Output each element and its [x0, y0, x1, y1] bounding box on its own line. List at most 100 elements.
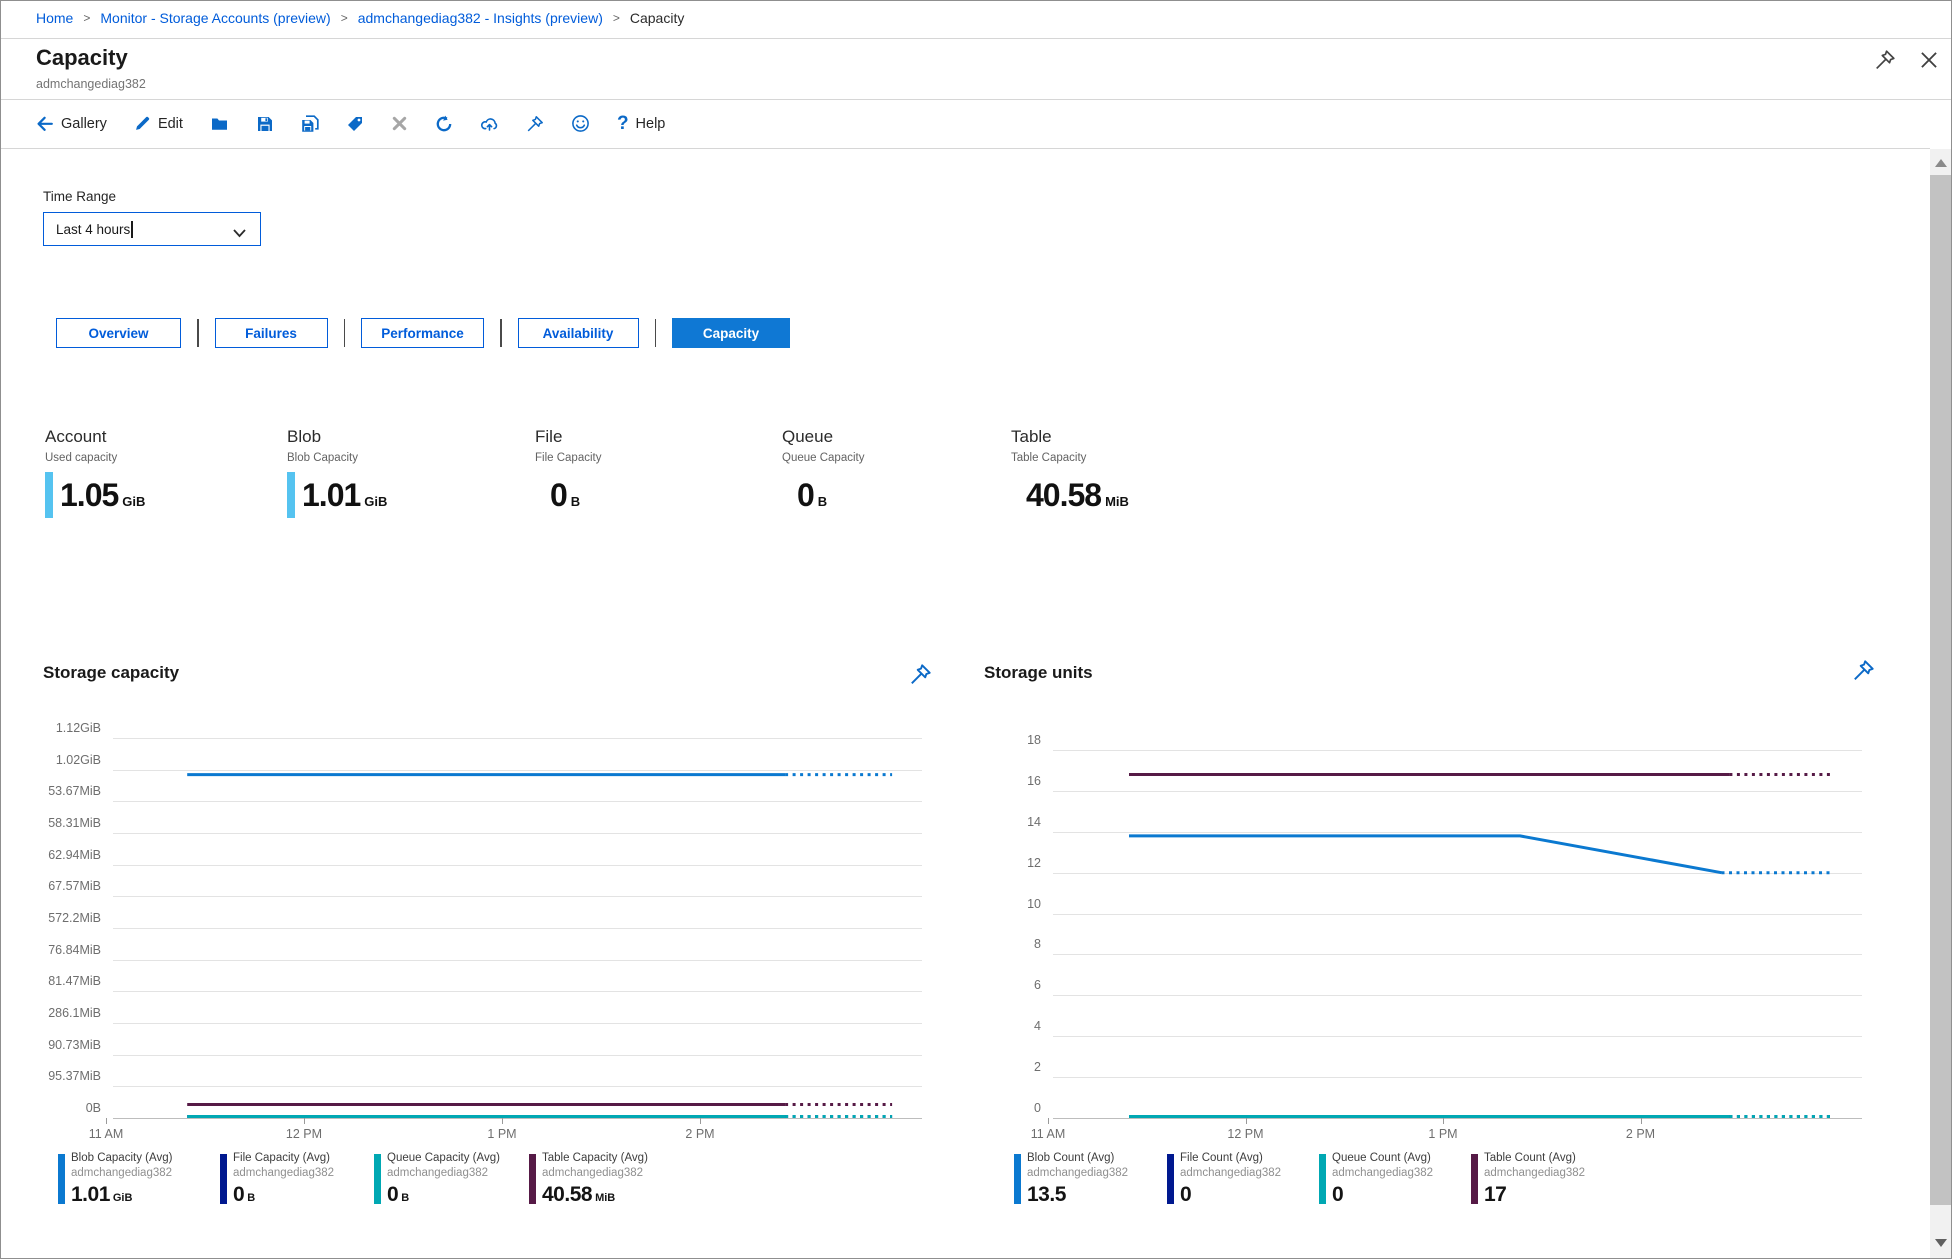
help-button[interactable]: ? Help	[617, 109, 679, 139]
pin-button[interactable]	[526, 109, 558, 139]
legend-value-row: 0B	[387, 1183, 409, 1207]
tab-capacity[interactable]: Capacity	[672, 318, 790, 348]
legend-value-row: 0B	[233, 1183, 255, 1207]
legend-item[interactable]: File Count (Avg) admchangediag382 0	[1167, 1152, 1319, 1216]
y-axis-label: 0	[1034, 1101, 1041, 1115]
save-icon	[256, 115, 274, 133]
legend-item[interactable]: Queue Count (Avg) admchangediag382 0	[1319, 1152, 1471, 1216]
tag-icon	[346, 115, 364, 133]
question-mark-icon: ?	[616, 112, 629, 134]
gridline	[113, 991, 922, 993]
legend-item[interactable]: Table Count (Avg) admchangediag382 17	[1471, 1152, 1623, 1216]
legend-series-name: Queue Count (Avg)	[1332, 1152, 1431, 1164]
y-axis-label: 76.84MiB	[48, 942, 101, 957]
divider	[1, 148, 1930, 149]
tab-separator	[654, 319, 656, 347]
card-metric-name: Used capacity	[45, 452, 118, 464]
chart-pin-icon[interactable]	[907, 663, 933, 689]
legend-value: 0	[387, 1183, 399, 1206]
scrollbar-down-arrow-icon[interactable]	[1935, 1239, 1947, 1247]
breadcrumb-separator: >	[83, 11, 91, 25]
legend-item[interactable]: Queue Capacity (Avg) admchangediag382 0 B	[374, 1152, 526, 1216]
gridline	[113, 1086, 922, 1088]
legend-resource-name: admchangediag382	[542, 1167, 644, 1179]
scrollbar-up-arrow-icon[interactable]	[1935, 159, 1947, 167]
legend-color-bar	[374, 1154, 381, 1204]
metric-unit: B	[570, 493, 581, 509]
breadcrumb-home[interactable]: Home	[36, 10, 73, 26]
metric-value: 1.05	[60, 476, 119, 513]
discard-button[interactable]	[391, 109, 422, 139]
y-axis-label: 2	[1034, 1060, 1041, 1075]
metric-value: 40.58	[1026, 476, 1102, 513]
divider	[1, 38, 1951, 39]
card-metric-name: File Capacity	[535, 452, 602, 464]
metric-unit: B	[817, 493, 828, 509]
x-axis-label: 1 PM	[487, 1127, 517, 1141]
card-account: Account Used capacity 1.05 GiB	[45, 427, 270, 518]
breadcrumb-monitor-storage-accounts[interactable]: Monitor - Storage Accounts (preview)	[100, 10, 330, 26]
capacity-blade: Home > Monitor - Storage Accounts (previ…	[0, 0, 1952, 1259]
tag-button[interactable]	[346, 109, 378, 139]
y-axis-label: 12	[1027, 855, 1041, 870]
card-blob: Blob Blob Capacity 1.01 GiB	[287, 427, 512, 518]
gridline	[113, 1054, 922, 1056]
save-copy-icon	[301, 114, 319, 133]
scrollbar-thumb[interactable]	[1930, 175, 1951, 1205]
legend-resource-name: admchangediag382	[387, 1167, 489, 1179]
card-metric-name: Queue Capacity	[782, 452, 865, 464]
legend-item[interactable]: Blob Capacity (Avg) admchangediag382 1.01 G…	[58, 1152, 210, 1216]
save-button[interactable]	[256, 109, 288, 139]
gridline	[113, 801, 922, 803]
open-folder-button[interactable]	[210, 109, 243, 139]
tab-failures[interactable]: Failures	[214, 318, 328, 348]
tab-performance[interactable]: Performance	[361, 318, 484, 348]
gridline	[1053, 750, 1862, 751]
edit-button[interactable]: Edit	[134, 109, 197, 139]
metric-spark-bar	[287, 472, 295, 518]
gallery-button[interactable]: Gallery	[36, 109, 121, 139]
gridline	[1053, 1118, 1862, 1119]
metric-value: 1.01	[302, 476, 361, 513]
gridline	[113, 738, 922, 739]
legend-series-name: Table Capacity (Avg)	[542, 1152, 648, 1164]
feedback-button[interactable]	[571, 109, 604, 139]
x-axis-label: 2 PM	[685, 1127, 715, 1141]
blade-pin-icon[interactable]	[1873, 49, 1897, 73]
x-axis-label: 11 AM	[1030, 1127, 1066, 1141]
tab-availability[interactable]: Availability	[517, 318, 639, 348]
edit-pencil-icon	[134, 115, 151, 132]
metric-unit: GiB	[122, 493, 146, 509]
chevron-down-icon	[233, 226, 246, 241]
edit-label: Edit	[157, 115, 183, 132]
refresh-button[interactable]	[435, 109, 467, 139]
close-icon[interactable]	[1917, 49, 1941, 73]
gallery-label: Gallery	[61, 115, 107, 132]
y-axis-label: 10	[1027, 896, 1041, 911]
pin-icon	[526, 115, 544, 133]
tab-overview[interactable]: Overview	[56, 318, 181, 348]
cloud-upload-button[interactable]	[480, 109, 513, 139]
legend-value: 0	[233, 1183, 245, 1206]
legend-color-bar	[1014, 1154, 1021, 1204]
breadcrumb-separator: >	[612, 11, 620, 25]
save-copy-button[interactable]	[301, 109, 333, 139]
legend-item[interactable]: Blob Count (Avg) admchangediag382 13.5	[1014, 1152, 1166, 1216]
card-title: Blob	[287, 427, 322, 446]
metric-value: 0	[797, 476, 815, 513]
breadcrumb-insights[interactable]: admchangediag382 - Insights (preview)	[358, 10, 603, 26]
legend-resource-name: admchangediag382	[1484, 1167, 1586, 1179]
legend-color-bar	[1319, 1154, 1326, 1204]
cloud-upload-icon	[480, 115, 499, 133]
legend-value-row: 1.01 GiB	[71, 1183, 132, 1207]
legend-item[interactable]: File Capacity (Avg) admchangediag382 0 B	[220, 1152, 372, 1216]
legend-unit: B	[247, 1192, 256, 1204]
legend-unit: B	[401, 1192, 410, 1204]
chart-pin-icon[interactable]	[1850, 659, 1876, 685]
time-range-dropdown[interactable]: Last 4 hours	[43, 212, 261, 246]
legend-item[interactable]: Table Capacity (Avg) admchangediag382 40.5…	[529, 1152, 681, 1216]
tab-separator	[197, 319, 199, 347]
x-axis-tick	[1048, 1118, 1049, 1124]
legend-unit: GiB	[112, 1192, 133, 1204]
card-metric-name: Blob Capacity	[287, 452, 358, 464]
